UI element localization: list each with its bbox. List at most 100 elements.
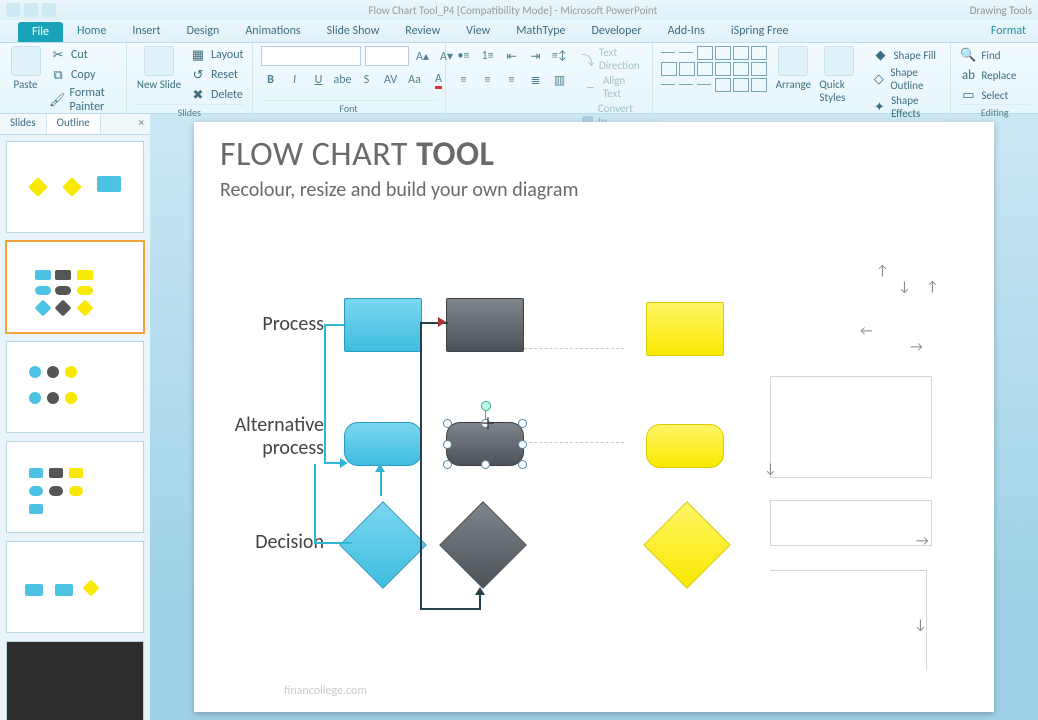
- altprocess-cyan[interactable]: [344, 422, 422, 466]
- arrange-icon: [778, 46, 808, 76]
- font-name-combo[interactable]: [261, 46, 361, 66]
- reset-button[interactable]: ↺Reset: [189, 66, 244, 84]
- altprocess-yellow[interactable]: [646, 424, 724, 468]
- qat-redo-icon[interactable]: [42, 3, 56, 17]
- slide-canvas[interactable]: FLOW CHART TOOL Recolour, resize and bui…: [194, 122, 994, 712]
- paste-label: Paste: [14, 78, 38, 91]
- decision-yellow[interactable]: [643, 501, 731, 589]
- thumb-6[interactable]: [6, 641, 144, 720]
- resize-handle[interactable]: [518, 460, 527, 469]
- arrange-button[interactable]: Arrange: [773, 46, 813, 91]
- indent-dec-button[interactable]: ⇤: [502, 46, 522, 66]
- guide-box-2[interactable]: [770, 500, 932, 546]
- justify-button[interactable]: ≣: [526, 70, 546, 90]
- slide-subtitle[interactable]: Recolour, resize and build your own diag…: [220, 178, 578, 202]
- thumb-1[interactable]: [6, 141, 144, 233]
- panel-close-icon[interactable]: ×: [133, 114, 150, 134]
- paste-button[interactable]: Paste: [8, 46, 43, 91]
- thumb-3[interactable]: [6, 341, 144, 433]
- thumb-4[interactable]: [6, 441, 144, 533]
- qat-save-icon[interactable]: [6, 3, 20, 17]
- resize-handle[interactable]: [443, 460, 452, 469]
- layout-button[interactable]: ▦Layout: [189, 46, 244, 64]
- slide-thumbnails[interactable]: [0, 135, 150, 720]
- connector-dark-v1[interactable]: [420, 322, 422, 610]
- delete-button[interactable]: ✖Delete: [189, 86, 244, 104]
- qat-undo-icon[interactable]: [24, 3, 38, 17]
- align-right-button[interactable]: ≡: [502, 70, 522, 90]
- select-button[interactable]: ▭Select: [959, 86, 1016, 104]
- label-process[interactable]: Process: [214, 312, 324, 336]
- find-button[interactable]: 🔍Find: [959, 46, 1016, 64]
- spacing-button[interactable]: AV: [381, 70, 401, 90]
- tab-design[interactable]: Design: [175, 21, 232, 42]
- copy-button[interactable]: ⧉Copy: [49, 66, 118, 84]
- shadow-button[interactable]: S: [357, 70, 377, 90]
- new-slide-button[interactable]: New Slide: [135, 46, 183, 91]
- bold-button[interactable]: B: [261, 70, 281, 90]
- font-size-combo[interactable]: [365, 46, 409, 66]
- process-cyan[interactable]: [344, 298, 422, 352]
- linespacing-button[interactable]: ≡↕: [550, 46, 570, 66]
- decision-cyan[interactable]: [339, 501, 427, 589]
- align-center-button[interactable]: ≡: [478, 70, 498, 90]
- align-text-button[interactable]: ⎯Align Text: [582, 74, 645, 100]
- underline-button[interactable]: U: [309, 70, 329, 90]
- thumb-2[interactable]: [6, 241, 144, 333]
- connector-cyan-v1[interactable]: [324, 324, 326, 464]
- slide-stage[interactable]: FLOW CHART TOOL Recolour, resize and bui…: [150, 114, 1038, 720]
- tab-ispring[interactable]: iSpring Free: [719, 21, 801, 42]
- tab-format[interactable]: Format: [979, 21, 1038, 42]
- process-yellow[interactable]: [646, 302, 724, 356]
- shape-fill-button[interactable]: ◆Shape Fill: [871, 46, 942, 64]
- connector-cyan-v2[interactable]: [314, 464, 316, 544]
- grow-font-icon[interactable]: A▴: [413, 46, 433, 66]
- cut-button[interactable]: ✂Cut: [49, 46, 118, 64]
- tab-insert[interactable]: Insert: [120, 21, 172, 42]
- group-slides: New Slide ▦Layout ↺Reset ✖Delete Slides: [127, 43, 253, 116]
- align-left-button[interactable]: ≡: [454, 70, 474, 90]
- format-painter-button[interactable]: 🖌Format Painter: [49, 86, 118, 114]
- numbering-button[interactable]: 1≡: [478, 46, 498, 66]
- tab-developer[interactable]: Developer: [579, 21, 653, 42]
- replace-label: Replace: [981, 69, 1016, 82]
- connector-dark-h2[interactable]: [420, 608, 480, 610]
- tab-animations[interactable]: Animations: [233, 21, 312, 42]
- italic-button[interactable]: I: [285, 70, 305, 90]
- connector-cyan-h3[interactable]: [314, 542, 352, 544]
- quick-access-toolbar[interactable]: [6, 3, 56, 17]
- bullets-button[interactable]: •≡: [454, 46, 474, 66]
- connector-dark-v2[interactable]: [479, 594, 481, 610]
- tab-addins[interactable]: Add-Ins: [656, 21, 717, 42]
- tab-view[interactable]: View: [454, 21, 502, 42]
- label-decision[interactable]: Decision: [214, 530, 324, 554]
- tab-file[interactable]: File: [18, 22, 63, 42]
- resize-handle[interactable]: [443, 419, 452, 428]
- shapes-gallery[interactable]: [661, 46, 767, 92]
- thumb-5[interactable]: [6, 541, 144, 633]
- resize-handle[interactable]: [443, 440, 452, 449]
- decision-dark[interactable]: [439, 501, 527, 589]
- text-direction-button[interactable]: ⤵Text Direction: [582, 46, 645, 72]
- indent-inc-button[interactable]: ⇥: [526, 46, 546, 66]
- resize-handle[interactable]: [518, 419, 527, 428]
- label-alternative[interactable]: Alternative process: [214, 414, 324, 460]
- changecase-button[interactable]: Aa: [405, 70, 425, 90]
- guide-box-3[interactable]: [770, 570, 927, 671]
- strike-button[interactable]: abe: [333, 70, 353, 90]
- tab-review[interactable]: Review: [393, 21, 452, 42]
- tab-home[interactable]: Home: [65, 21, 118, 42]
- tab-mathtype[interactable]: MathType: [504, 21, 577, 42]
- quick-styles-button[interactable]: Quick Styles: [819, 46, 859, 104]
- resize-handle[interactable]: [481, 460, 490, 469]
- panel-tab-slides[interactable]: Slides: [0, 114, 47, 134]
- shape-outline-button[interactable]: ◇Shape Outline: [871, 66, 942, 92]
- slide-title[interactable]: FLOW CHART TOOL: [220, 134, 494, 175]
- replace-button[interactable]: abReplace: [959, 66, 1016, 84]
- connector-cyan-h1[interactable]: [324, 324, 346, 326]
- guide-box-1[interactable]: [770, 376, 932, 478]
- tab-slideshow[interactable]: Slide Show: [315, 21, 392, 42]
- process-dark[interactable]: [446, 298, 524, 352]
- panel-tab-outline[interactable]: Outline: [47, 114, 101, 134]
- columns-button[interactable]: ▥: [550, 70, 570, 90]
